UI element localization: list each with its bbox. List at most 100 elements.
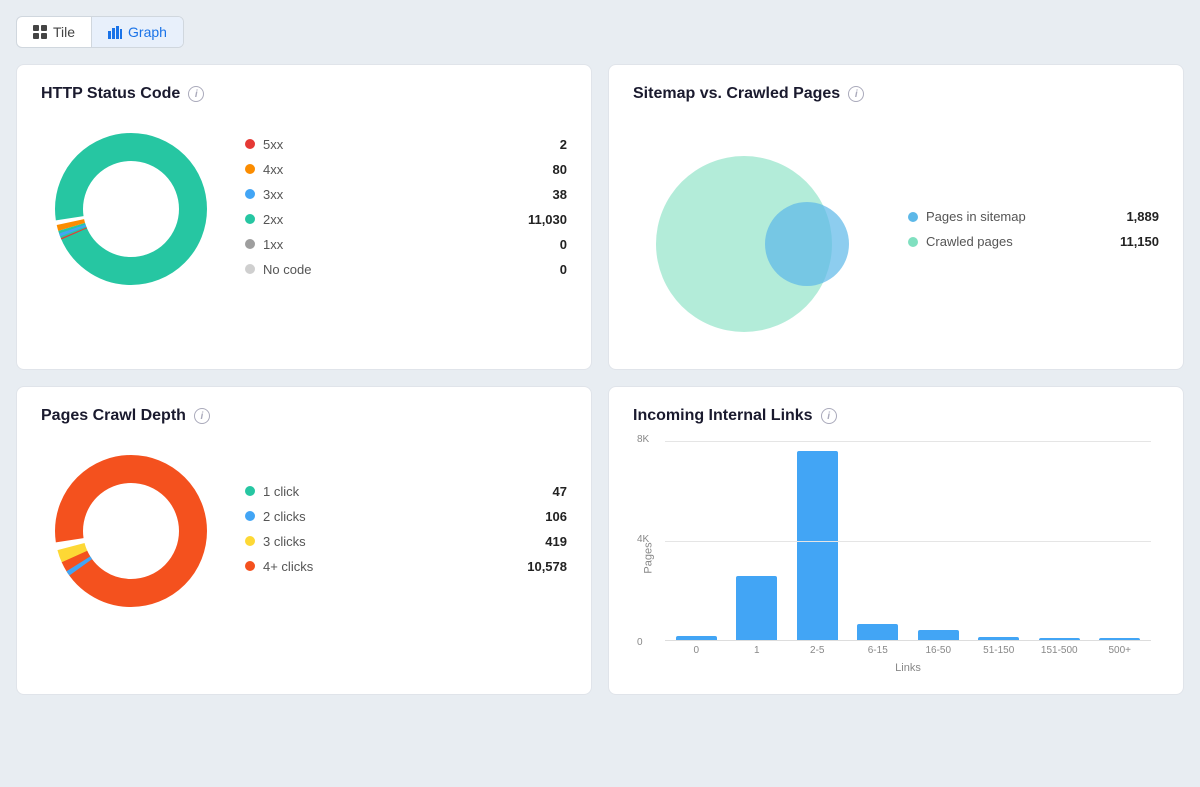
y-axis-label: Pages [643,542,655,573]
legend-item-crawled: Crawled pages 11,150 [908,234,1159,249]
bar-2 [797,451,838,640]
http-status-card: HTTP Status Code i [16,64,592,370]
legend-value-1click: 47 [517,484,567,499]
legend-dot-4xx [245,164,255,174]
xtick-51-150: 51-150 [972,645,1027,656]
legend-value-2xx: 11,030 [517,212,567,227]
bar-0 [676,636,717,640]
legend-value-3clicks: 419 [517,534,567,549]
bar-7 [1099,638,1140,640]
legend-item-3xx: 3xx 38 [245,187,567,202]
crawl-depth-title: Pages Crawl Depth i [41,407,567,425]
graph-icon [108,25,122,39]
legend-label-4clicks: 4+ clicks [263,559,509,574]
xtick-1: 1 [730,645,785,656]
sitemap-card: Sitemap vs. Crawled Pages i Pages in sit… [608,64,1184,370]
legend-dot-4clicks [245,561,255,571]
crawl-depth-donut [41,441,221,626]
legend-item-2xx: 2xx 11,030 [245,212,567,227]
legend-dot-crawled [908,237,918,247]
crawl-depth-legend: 1 click 47 2 clicks 106 3 clicks 419 4+ … [245,484,567,584]
tile-button[interactable]: Tile [17,17,92,47]
crawl-depth-info-icon[interactable]: i [194,408,210,424]
bar-chart-area: 8K 4K 0 [665,441,1151,674]
graph-button[interactable]: Graph [92,17,183,47]
internal-links-info-icon[interactable]: i [821,408,837,424]
sitemap-info-icon[interactable]: i [848,86,864,102]
crawl-depth-card: Pages Crawl Depth i 1 click [16,386,592,695]
x-axis-label: Links [665,662,1151,674]
legend-item-5xx: 5xx 2 [245,137,567,152]
xtick-16-50: 16-50 [911,645,966,656]
legend-item-2clicks: 2 clicks 106 [245,509,567,524]
legend-label-3xx: 3xx [263,187,509,202]
graph-label: Graph [128,24,167,40]
legend-dot-sitemap [908,212,918,222]
chart-plot: 8K 4K 0 [665,441,1151,641]
legend-value-3xx: 38 [517,187,567,202]
legend-item-sitemap: Pages in sitemap 1,889 [908,209,1159,224]
legend-item-nocode: No code 0 [245,262,567,277]
legend-label-2xx: 2xx [263,212,509,227]
legend-dot-3clicks [245,536,255,546]
legend-label-2clicks: 2 clicks [263,509,509,524]
xtick-0: 0 [669,645,724,656]
xtick-6-15: 6-15 [851,645,906,656]
legend-label-5xx: 5xx [263,137,509,152]
bar-3 [857,624,898,640]
legend-dot-2clicks [245,511,255,521]
legend-dot-nocode [245,264,255,274]
legend-dot-2xx [245,214,255,224]
xtick-500plus: 500+ [1093,645,1148,656]
legend-label-1xx: 1xx [263,237,509,252]
legend-value-1xx: 0 [517,237,567,252]
bar-1 [736,576,777,640]
legend-item-1xx: 1xx 0 [245,237,567,252]
sitemap-venn [633,119,884,349]
http-status-info-icon[interactable]: i [188,86,204,102]
ytick-8k: 8K [637,434,649,445]
legend-item-3clicks: 3 clicks 419 [245,534,567,549]
view-toolbar: Tile Graph [16,16,184,48]
legend-label-4xx: 4xx [263,162,509,177]
http-status-legend: 5xx 2 4xx 80 3xx 38 2xx 11,030 [245,137,567,287]
legend-value-4xx: 80 [517,162,567,177]
dashboard-grid: HTTP Status Code i [16,64,1184,695]
ytick-4k: 4K [637,534,649,545]
internal-links-title: Incoming Internal Links i [633,407,1159,425]
gridline-4k [665,541,1151,542]
x-ticks: 0 1 2-5 6-15 16-50 51-150 151-500 500+ [665,645,1151,656]
tile-label: Tile [53,24,75,40]
crawl-depth-body: 1 click 47 2 clicks 106 3 clicks 419 4+ … [41,441,567,626]
ytick-0: 0 [637,637,643,648]
legend-label-3clicks: 3 clicks [263,534,509,549]
internal-links-chart-container: Pages 8K 4K 0 [633,441,1159,674]
legend-value-sitemap: 1,889 [1109,209,1159,224]
chart-with-ylabel: Pages 8K 4K 0 [633,441,1151,674]
http-status-title: HTTP Status Code i [41,85,567,103]
legend-label-1click: 1 click [263,484,509,499]
bar-4 [918,630,959,640]
legend-dot-1xx [245,239,255,249]
legend-value-4clicks: 10,578 [517,559,567,574]
http-status-body: 5xx 2 4xx 80 3xx 38 2xx 11,030 [41,119,567,304]
legend-item-1click: 1 click 47 [245,484,567,499]
legend-value-nocode: 0 [517,262,567,277]
xtick-2-5: 2-5 [790,645,845,656]
legend-dot-1click [245,486,255,496]
bar-5 [978,637,1019,640]
bar-6 [1039,638,1080,640]
legend-dot-5xx [245,139,255,149]
sitemap-body: Pages in sitemap 1,889 Crawled pages 11,… [633,119,1159,349]
legend-label-sitemap: Pages in sitemap [926,209,1101,224]
legend-dot-3xx [245,189,255,199]
http-status-donut [41,119,221,304]
legend-label-crawled: Crawled pages [926,234,1101,249]
legend-item-4xx: 4xx 80 [245,162,567,177]
legend-value-crawled: 11,150 [1109,234,1159,249]
legend-value-2clicks: 106 [517,509,567,524]
legend-item-4clicks: 4+ clicks 10,578 [245,559,567,574]
xtick-151-500: 151-500 [1032,645,1087,656]
internal-links-card: Incoming Internal Links i Pages 8K [608,386,1184,695]
sitemap-title: Sitemap vs. Crawled Pages i [633,85,1159,103]
